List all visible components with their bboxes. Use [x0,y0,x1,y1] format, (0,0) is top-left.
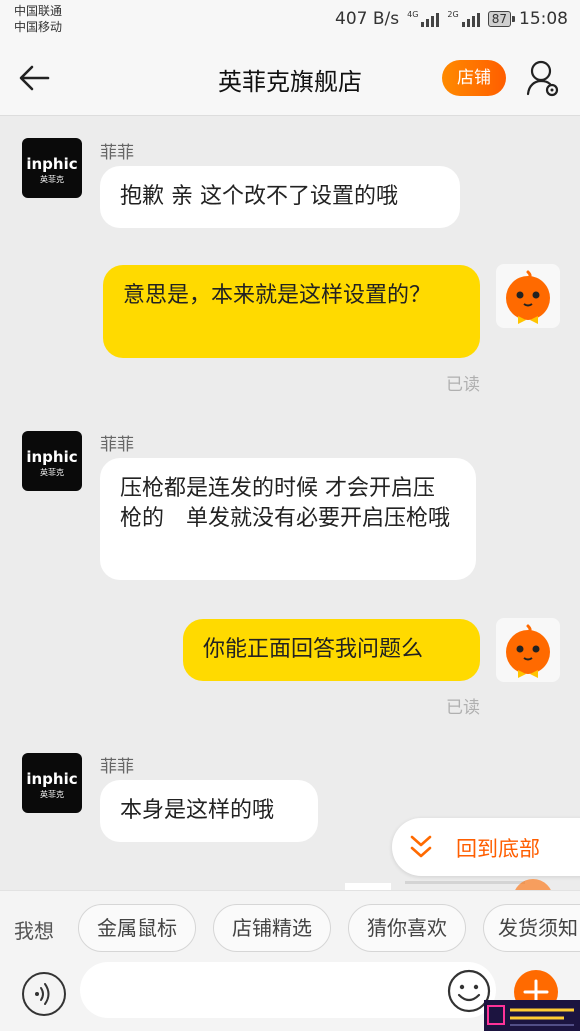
user-settings-button[interactable] [526,58,560,98]
next-message-peek [345,876,580,890]
quick-reply-chip[interactable]: 金属鼠标 [78,904,196,952]
user-avatar-icon [506,270,550,324]
chat-header: 英菲克旗舰店 店铺 [0,40,580,116]
quick-reply-bar: 我想 金属鼠标 店铺精选 猜你喜欢 发货须知 [0,890,580,966]
network-type-2: 2G [447,10,459,19]
quick-reply-chip[interactable]: 猜你喜欢 [348,904,466,952]
network-speed: 407 B/s [335,9,400,29]
quick-reply-chip[interactable]: 发货须知 [483,904,580,952]
message-input[interactable] [80,962,496,1018]
message-bubble-incoming[interactable]: 本身是这样的哦 [100,780,318,842]
scroll-to-bottom-button[interactable]: 回到底部 [392,818,580,876]
read-receipt: 已读 [446,375,480,395]
network-type-1: 4G [407,10,419,19]
double-chevron-down-icon [410,835,432,858]
voice-icon [35,983,50,1005]
status-indicators: 407 B/s 4G 2G 87 15:08 [335,9,568,29]
message-bubble-incoming[interactable]: 抱歉 亲 这个改不了设置的哦 [100,166,460,228]
signal-icon: 2G [447,10,480,27]
avatar-brand-sub: 英菲克 [40,790,64,799]
user-settings-icon [526,60,559,97]
store-avatar[interactable]: inphic 英菲克 [22,431,82,491]
avatar-brand-sub: 英菲克 [40,468,64,477]
quick-reply-label: 我想 [14,919,54,943]
message-bubble-incoming[interactable]: 压枪都是连发的时候 才会开启压枪的 单发就没有必要开启压枪哦 [100,458,476,580]
scroll-to-bottom-label: 回到底部 [456,837,540,861]
avatar-brand: inphic [26,448,78,466]
clock: 15:08 [519,9,568,29]
battery-icon: 87 [487,11,516,27]
sender-name: 菲菲 [100,143,134,163]
avatar-brand: inphic [26,155,78,173]
avatar-brand: inphic [26,770,78,788]
message-bubble-outgoing[interactable]: 你能正面回答我问题么 [183,619,480,681]
user-avatar[interactable] [496,264,560,328]
store-avatar[interactable]: inphic 英菲克 [22,753,82,813]
watermark-logo [484,1000,580,1031]
sender-name: 菲菲 [100,757,134,777]
status-bar: 中国联通 中国移动 407 B/s 4G 2G 87 15:08 [0,0,580,40]
user-avatar-icon [506,624,550,678]
carrier-1: 中国联通 [14,4,63,18]
sender-name: 菲菲 [100,435,134,455]
read-receipt: 已读 [446,698,480,718]
battery-level: 87 [491,12,507,26]
quick-reply-chip[interactable]: 店铺精选 [213,904,331,952]
store-avatar[interactable]: inphic 英菲克 [22,138,82,198]
avatar-brand-sub: 英菲克 [40,175,64,184]
user-avatar[interactable] [496,618,560,682]
voice-button[interactable] [22,972,66,1016]
signal-icon: 4G [407,10,440,27]
carrier-2: 中国移动 [14,20,63,34]
carrier-info: 中国联通 中国移动 [14,3,62,35]
message-bubble-outgoing[interactable]: 意思是，本来就是这样设置的？ [103,265,480,358]
store-button[interactable]: 店铺 [442,60,506,96]
